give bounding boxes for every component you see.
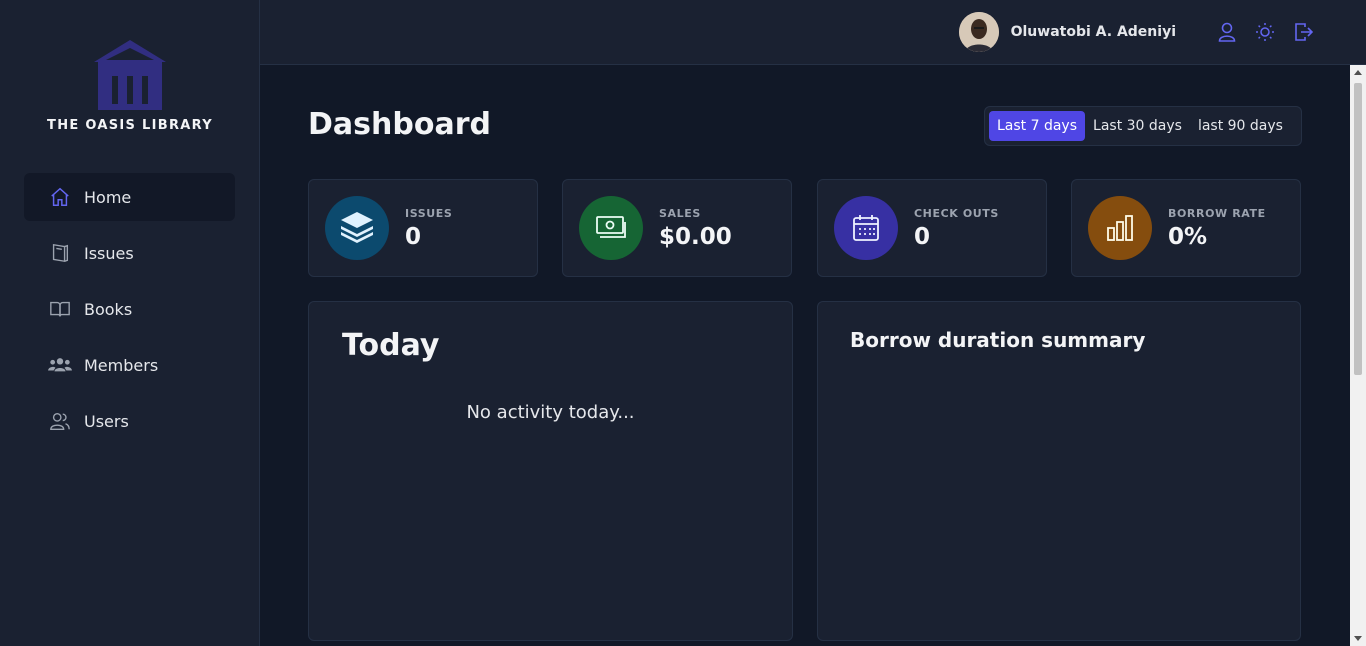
today-panel: Today No activity today... xyxy=(308,301,793,641)
range-last-7-days[interactable]: Last 7 days xyxy=(989,111,1086,141)
stat-value: 0 xyxy=(914,224,931,250)
sidebar-item-books[interactable]: Books xyxy=(24,285,235,333)
sidebar-item-label: Home xyxy=(84,187,132,207)
vertical-scrollbar[interactable] xyxy=(1350,65,1366,646)
calendar-icon xyxy=(834,196,898,260)
stat-label: CHECK OUTS xyxy=(914,207,999,220)
sidebar-item-label: Books xyxy=(84,299,133,319)
cash-icon xyxy=(579,196,643,260)
sidebar-item-users[interactable]: Users xyxy=(24,397,235,445)
stat-label: BORROW RATE xyxy=(1168,207,1266,220)
user-menu: Oluwatobi A. Adeniyi xyxy=(958,12,1314,52)
logout-icon[interactable] xyxy=(1292,21,1314,43)
scroll-down-arrow-icon[interactable] xyxy=(1354,636,1362,641)
library-building-icon xyxy=(94,40,166,110)
stat-card-sales: SALES $0.00 xyxy=(562,179,792,277)
open-book-icon xyxy=(48,297,72,321)
stat-value: 0% xyxy=(1168,224,1208,250)
date-range-selector: Last 7 days Last 30 days last 90 days xyxy=(984,106,1302,146)
main-content: Dashboard Last 7 days Last 30 days last … xyxy=(260,65,1350,646)
profile-icon[interactable] xyxy=(1216,21,1238,43)
brand-logo[interactable]: THE OASIS LIBRARY xyxy=(0,38,260,133)
book-issue-icon xyxy=(48,241,72,265)
empty-state-text: No activity today... xyxy=(466,402,635,423)
avatar[interactable] xyxy=(958,12,999,52)
sidebar-nav: Home Issues Books Members Users xyxy=(24,173,235,453)
brand-name: THE OASIS LIBRARY xyxy=(47,118,213,133)
sun-icon[interactable] xyxy=(1254,21,1276,43)
stat-label: SALES xyxy=(659,207,701,220)
user-name: Oluwatobi A. Adeniyi xyxy=(1010,24,1176,40)
sidebar-item-label: Users xyxy=(84,411,129,431)
topbar: Oluwatobi A. Adeniyi xyxy=(260,0,1366,65)
range-last-90-days[interactable]: last 90 days xyxy=(1190,111,1291,141)
stat-value: $0.00 xyxy=(659,224,732,250)
stat-value: 0 xyxy=(405,224,422,250)
scroll-up-arrow-icon[interactable] xyxy=(1354,70,1362,75)
stat-card-issues: ISSUES 0 xyxy=(308,179,538,277)
scroll-thumb[interactable] xyxy=(1354,83,1362,375)
stat-card-borrow-rate: BORROW RATE 0% xyxy=(1071,179,1301,277)
sidebar-item-label: Members xyxy=(84,355,159,375)
stat-card-checkouts: CHECK OUTS 0 xyxy=(817,179,1047,277)
users-icon xyxy=(48,409,72,433)
today-title: Today xyxy=(342,328,440,363)
range-last-30-days[interactable]: Last 30 days xyxy=(1085,111,1190,141)
home-icon xyxy=(48,185,72,209)
sidebar-item-label: Issues xyxy=(84,243,134,263)
books-stack-icon xyxy=(325,196,389,260)
sidebar-item-home[interactable]: Home xyxy=(24,173,235,221)
stat-label: ISSUES xyxy=(405,207,453,220)
borrow-duration-panel: Borrow duration summary xyxy=(817,301,1301,641)
sidebar: THE OASIS LIBRARY Home Issues Books Memb… xyxy=(0,0,260,646)
borrow-summary-title: Borrow duration summary xyxy=(850,328,1146,352)
users-group-icon xyxy=(48,353,72,377)
sidebar-item-members[interactable]: Members xyxy=(24,341,235,389)
page-title: Dashboard xyxy=(308,107,491,142)
sidebar-item-issues[interactable]: Issues xyxy=(24,229,235,277)
bar-chart-icon xyxy=(1088,196,1152,260)
